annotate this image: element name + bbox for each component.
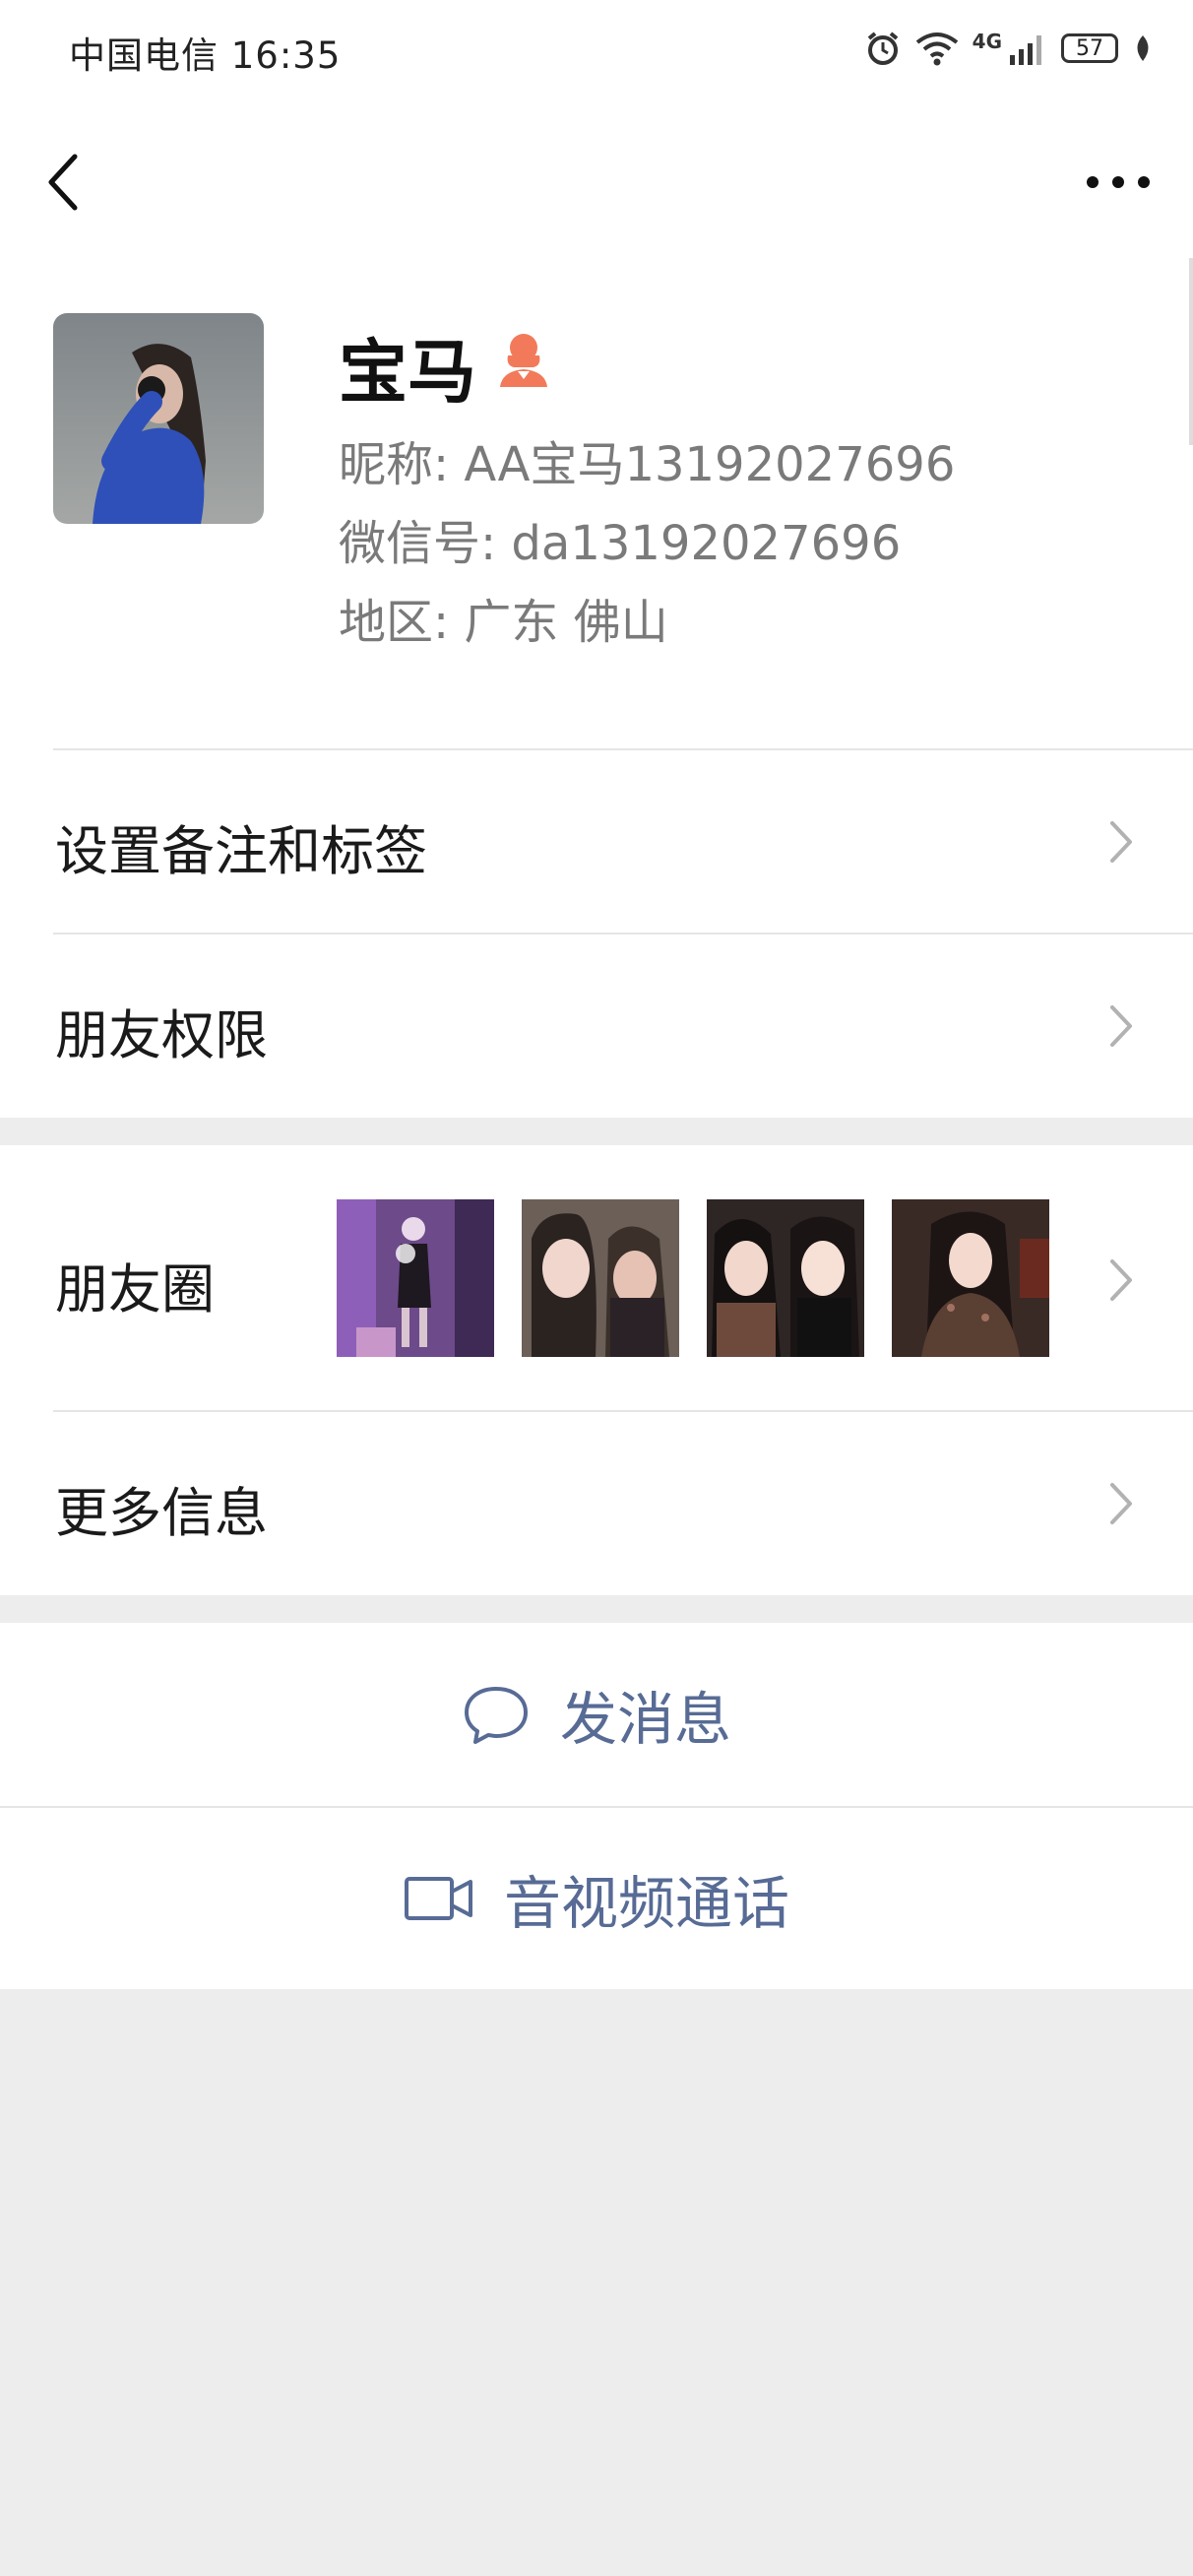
avatar[interactable]: [53, 313, 264, 524]
alarm-icon: [867, 32, 898, 65]
moments-photo[interactable]: [892, 1199, 1049, 1357]
network-type: 4G: [972, 30, 1002, 53]
remarks-tags-label: 设置备注和标签: [55, 820, 427, 882]
signal-icon: [1010, 35, 1041, 65]
more-info-row[interactable]: 更多信息: [0, 1412, 1193, 1595]
moments-photo[interactable]: [337, 1199, 494, 1357]
carrier-time: 中国电信 16:35: [69, 34, 342, 77]
contact-name: 宝马: [339, 332, 476, 413]
chevron-right-icon: [1110, 1005, 1132, 1047]
female-gender-icon: [498, 330, 549, 387]
scrollbar[interactable]: [1189, 258, 1193, 445]
nickname-text: 昵称: AA宝马13192027696: [339, 437, 956, 492]
contact-profile-page: 中国电信 16:35 4G 57 宝马 昵称: AA宝马13192027696 …: [0, 0, 1193, 2576]
chevron-right-icon: [1110, 1259, 1132, 1301]
send-message-button[interactable]: 发消息: [0, 1623, 1193, 1805]
region-text: 地区: 广东 佛山: [339, 595, 668, 650]
status-bar: 中国电信 16:35 4G 57: [0, 0, 1193, 98]
moments-photo[interactable]: [522, 1199, 679, 1357]
status-icons: 4G 57: [864, 26, 1154, 71]
more-dots-icon: [1087, 176, 1150, 188]
video-call-label: 音视频通话: [503, 1870, 789, 1937]
moments-label: 朋友圈: [55, 1258, 215, 1320]
leaf-icon: [1137, 35, 1149, 61]
back-arrow-icon: [48, 154, 78, 211]
video-camera-icon: [404, 1877, 472, 1920]
video-call-button[interactable]: 音视频通话: [0, 1808, 1193, 1989]
battery-indicator: 57: [1061, 33, 1118, 63]
wechat-id-text: 微信号: da13192027696: [339, 516, 902, 571]
more-info-label: 更多信息: [55, 1482, 268, 1544]
back-button[interactable]: [39, 143, 98, 222]
friend-permissions-label: 朋友权限: [55, 1004, 268, 1066]
chat-bubble-icon: [464, 1686, 528, 1744]
wifi-icon: [915, 32, 958, 66]
avatar-image: [53, 313, 264, 524]
moments-photo[interactable]: [707, 1199, 864, 1357]
remarks-tags-row[interactable]: 设置备注和标签: [0, 750, 1193, 934]
more-options-button[interactable]: [1079, 158, 1158, 207]
chevron-right-icon: [1110, 821, 1132, 863]
friend-permissions-row[interactable]: 朋友权限: [0, 934, 1193, 1118]
chevron-right-icon: [1110, 1483, 1132, 1524]
send-message-label: 发消息: [559, 1685, 731, 1753]
